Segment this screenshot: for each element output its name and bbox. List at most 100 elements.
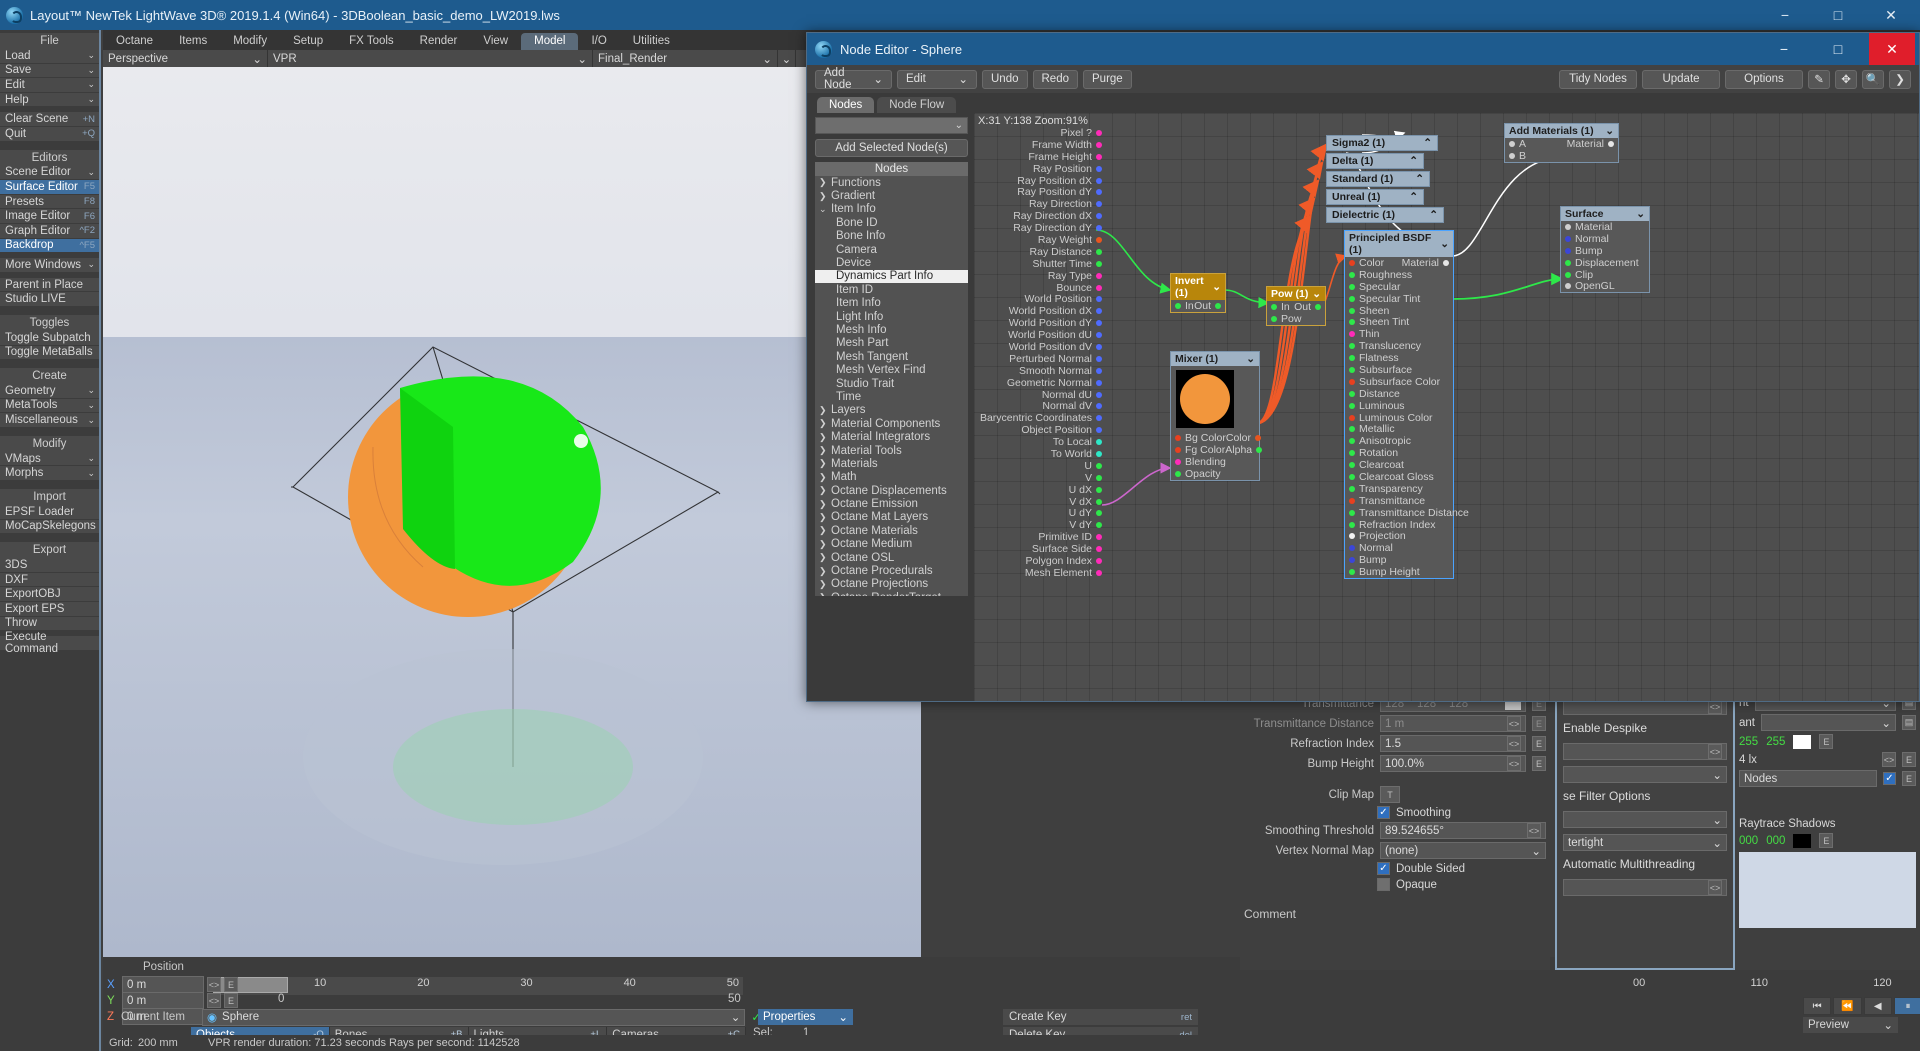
- node-graph-canvas[interactable]: X:31 Y:138 Zoom:91% Pixel ? Frame Width …: [974, 113, 1919, 701]
- port-icon[interactable]: [1096, 177, 1102, 184]
- node-row[interactable]: Fg Color Alpha: [1171, 444, 1263, 456]
- port-icon[interactable]: [1349, 402, 1355, 409]
- node-row[interactable]: Blending: [1171, 456, 1259, 468]
- node-header[interactable]: Add Materials (1) ⌄: [1505, 124, 1618, 138]
- edit-icon[interactable]: E: [1819, 734, 1834, 749]
- chevron-icon[interactable]: ❯: [819, 177, 827, 188]
- port-icon[interactable]: [1096, 213, 1102, 220]
- node-row[interactable]: In Out: [1267, 301, 1325, 313]
- sidebar-item-3ds[interactable]: 3DS: [0, 558, 99, 573]
- port-icon[interactable]: [1096, 165, 1102, 172]
- edit-icon[interactable]: E: [224, 993, 238, 1008]
- node-tree-item[interactable]: ❯ Material Tools: [815, 444, 968, 457]
- collapsed-node-unreal-1-[interactable]: Unreal (1) ⌃: [1326, 189, 1424, 205]
- chevron-icon[interactable]: ❯: [819, 472, 827, 483]
- chevron-icon[interactable]: ❯: [819, 445, 827, 456]
- chevron-right-icon[interactable]: ❯: [1889, 69, 1911, 89]
- expand-icon[interactable]: <>: [1708, 880, 1722, 895]
- sidebar-item-studio-live[interactable]: Studio LIVE: [0, 292, 99, 307]
- port-icon[interactable]: [1096, 379, 1102, 386]
- transport-button[interactable]: ◀: [1863, 997, 1892, 1015]
- port-icon[interactable]: [1096, 320, 1102, 327]
- viewport-render-selector[interactable]: VPR ⌄: [268, 50, 593, 67]
- clipboard-icon[interactable]: ▤: [1902, 715, 1916, 730]
- node-row[interactable]: Anisotropic: [1345, 435, 1453, 447]
- surface-param-field[interactable]: 100.0% <>: [1380, 755, 1526, 772]
- menu-tab-i-o[interactable]: I/O: [578, 33, 619, 50]
- node-row[interactable]: In Out: [1171, 300, 1225, 312]
- node-tree-item[interactable]: ❯ Math: [815, 471, 968, 484]
- node-row[interactable]: Displacement: [1561, 257, 1649, 269]
- minimize-button[interactable]: −: [1762, 0, 1808, 30]
- transport-button[interactable]: ⏪: [1833, 997, 1862, 1015]
- node-header[interactable]: Invert (1) ⌄: [1171, 274, 1225, 300]
- sidebar-item-help[interactable]: Help ⌄: [0, 92, 99, 108]
- port-icon[interactable]: [1349, 533, 1355, 540]
- port-icon[interactable]: [1349, 450, 1355, 457]
- chevron-up-icon[interactable]: ⌃: [1409, 191, 1418, 203]
- port-icon[interactable]: [1096, 546, 1102, 553]
- properties-tab[interactable]: Properties ⌄: [758, 1009, 853, 1025]
- sidebar-item-vmaps[interactable]: VMaps ⌄: [0, 451, 99, 467]
- input-port-row[interactable]: Barycentric Coordinates: [974, 412, 1104, 424]
- input-port-row[interactable]: Ray Direction: [974, 198, 1104, 210]
- node-row[interactable]: Bump: [1561, 245, 1649, 257]
- port-icon[interactable]: [1096, 308, 1102, 315]
- port-icon[interactable]: [1349, 497, 1355, 504]
- port-icon[interactable]: [1096, 522, 1102, 529]
- redo-button[interactable]: Redo: [1032, 69, 1078, 89]
- node-principled-bsdf[interactable]: Principled BSDF (1) ⌄ Color Material Rough…: [1344, 230, 1469, 580]
- chevron-up-icon[interactable]: ⌃: [1423, 137, 1432, 149]
- input-port-row[interactable]: U: [974, 460, 1104, 472]
- port-icon[interactable]: [1565, 283, 1571, 290]
- sidebar-item-toggle-subpatch[interactable]: Toggle Subpatch: [0, 330, 99, 346]
- port-icon[interactable]: [1349, 473, 1355, 480]
- port-icon[interactable]: [1096, 189, 1102, 196]
- port-icon[interactable]: [1215, 302, 1221, 309]
- chevron-up-icon[interactable]: ⌃: [1409, 155, 1418, 167]
- input-port-row[interactable]: Bounce: [974, 282, 1104, 294]
- nodes-checkbox[interactable]: ✓: [1883, 772, 1896, 785]
- expand-icon[interactable]: <>: [1507, 736, 1521, 751]
- port-icon[interactable]: [1349, 319, 1355, 326]
- perspective-viewport[interactable]: [103, 67, 921, 957]
- sidebar-item-clear-scene[interactable]: Clear Scene +N: [0, 112, 99, 127]
- smoothing-row[interactable]: ✓ Smoothing: [1377, 806, 1546, 819]
- double-sided-row[interactable]: ✓ Double Sided: [1377, 862, 1546, 875]
- node-editor-close-button[interactable]: ✕: [1869, 33, 1915, 65]
- input-port-row[interactable]: Geometric Normal: [974, 377, 1104, 389]
- add-selected-nodes-button[interactable]: Add Selected Node(s): [815, 139, 968, 157]
- port-icon[interactable]: [1509, 152, 1515, 159]
- node-row[interactable]: Clearcoat: [1345, 459, 1453, 471]
- node-editor-tab-node-flow[interactable]: Node Flow: [877, 97, 957, 113]
- sidebar-item-toggle-metaballs[interactable]: Toggle MetaBalls: [0, 345, 99, 361]
- sidebar-item-save[interactable]: Save ⌄: [0, 63, 99, 79]
- node-row[interactable]: Clip: [1561, 269, 1649, 281]
- viewport-camera-selector[interactable]: Final_Render ⌄: [593, 50, 778, 67]
- node-row[interactable]: Metallic: [1345, 423, 1453, 435]
- node-tree-item[interactable]: Mesh Vertex Find: [815, 363, 968, 376]
- sidebar-item-surface-editor[interactable]: Surface Editor F5: [0, 180, 99, 195]
- port-icon[interactable]: [1349, 366, 1355, 373]
- vertex-normal-map-dropdown[interactable]: (none) ⌄: [1380, 842, 1546, 859]
- chevron-icon[interactable]: ❯: [819, 525, 827, 536]
- input-port-row[interactable]: World Position dY: [974, 317, 1104, 329]
- expand-icon[interactable]: <>: [1882, 752, 1896, 767]
- sidebar-item-edit[interactable]: Edit ⌄: [0, 78, 99, 93]
- port-icon[interactable]: [1349, 355, 1355, 362]
- expand-icon[interactable]: <>: [1507, 756, 1521, 771]
- node-row[interactable]: Thin: [1345, 328, 1453, 340]
- node-row[interactable]: Specular Tint: [1345, 293, 1453, 305]
- undo-button[interactable]: Undo: [982, 69, 1028, 89]
- node-row[interactable]: Translucency: [1345, 340, 1453, 352]
- edit-icon[interactable]: E: [224, 977, 238, 992]
- shadow-color-swatch[interactable]: [1793, 833, 1812, 848]
- port-icon[interactable]: [1271, 303, 1277, 310]
- port-icon[interactable]: [1096, 284, 1102, 291]
- node-editor-maximize-button[interactable]: □: [1815, 33, 1861, 65]
- edit-icon[interactable]: E: [1902, 771, 1916, 786]
- input-port-row[interactable]: Ray Direction dX: [974, 210, 1104, 222]
- light-constant-dropdown[interactable]: ⌄: [1761, 714, 1896, 731]
- port-icon[interactable]: [1349, 426, 1355, 433]
- sidebar-item-backdrop[interactable]: Backdrop ^F5: [0, 238, 99, 254]
